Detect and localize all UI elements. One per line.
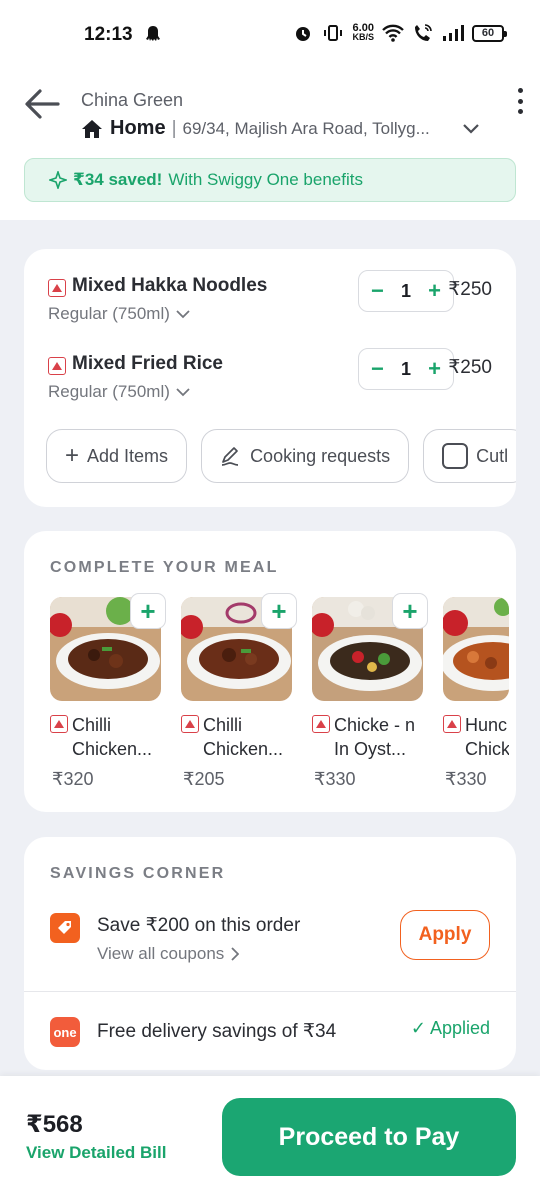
cart-card: Mixed Hakka Noodles Regular (750ml) − 1 … — [24, 249, 516, 507]
increment-button[interactable]: + — [428, 356, 441, 382]
plus-icon: + — [65, 442, 80, 469]
add-meal-button[interactable]: + — [261, 593, 297, 629]
coupon-tag-icon — [50, 913, 80, 943]
meal-suggestion[interactable]: + Chilli Chicken... ₹205 — [181, 593, 297, 790]
dish-image — [443, 597, 509, 701]
meal-price: ₹205 — [183, 769, 225, 789]
add-meal-button[interactable]: + — [130, 593, 166, 629]
item-name: Mixed Hakka Noodles — [72, 275, 268, 296]
section-title: COMPLETE YOUR MEAL — [50, 559, 279, 576]
meal-suggestion[interactable]: + Chilli Chicken... ₹320 — [50, 593, 166, 790]
cutlery-label: Cutl — [476, 445, 509, 466]
sparkle-icon — [49, 171, 67, 189]
complete-meal-card: COMPLETE YOUR MEAL + Chilli Chicken... ₹… — [24, 531, 516, 812]
savings-amount: ₹34 saved! — [73, 170, 163, 189]
chevron-down-icon — [176, 310, 190, 319]
cart-item: Mixed Hakka Noodles Regular (750ml) − 1 … — [48, 270, 492, 338]
delivery-address[interactable]: Home | 69/34, Majlish Ara Road, Tollyg..… — [81, 117, 491, 140]
quantity-stepper: − 1 + — [358, 270, 454, 312]
add-items-button[interactable]: + Add Items — [46, 429, 188, 483]
signal-icon — [442, 22, 464, 44]
chevron-right-icon — [231, 947, 240, 961]
cutlery-checkbox[interactable] — [442, 443, 469, 469]
address-label: Home — [110, 117, 166, 139]
back-arrow-icon[interactable] — [22, 86, 62, 122]
nonveg-icon — [181, 715, 199, 733]
meal-price: ₹330 — [314, 769, 356, 789]
view-coupons-label: View all coupons — [97, 944, 225, 963]
meal-carousel[interactable]: + Chilli Chicken... ₹320 + Chilli Chicke… — [50, 593, 509, 790]
pencil-icon — [222, 447, 239, 466]
swiggy-one-icon: one — [50, 1017, 80, 1047]
nonveg-icon — [48, 279, 66, 297]
meal-suggestion[interactable]: Hunc Chicker ₹330 — [443, 597, 509, 790]
address-text: 69/34, Majlish Ara Road, Tollyg... — [182, 118, 430, 138]
status-time: 12:13 — [84, 24, 133, 45]
item-price: ₹250 — [448, 357, 492, 378]
home-icon — [82, 119, 102, 138]
more-options-icon[interactable] — [516, 88, 524, 114]
section-title: SAVINGS CORNER — [50, 865, 226, 882]
cart-item: Mixed Fried Rice Regular (750ml) − 1 + ₹… — [48, 348, 492, 416]
divider — [24, 991, 516, 992]
view-bill-link[interactable]: View Detailed Bill — [26, 1143, 166, 1163]
cooking-requests-button[interactable]: Cooking requests — [201, 429, 410, 483]
nonveg-icon — [312, 715, 330, 733]
quantity-value: 1 — [400, 280, 411, 301]
meal-price: ₹330 — [445, 769, 487, 789]
cart-actions: + Add Items Cooking requests Cutl — [46, 429, 516, 483]
decrement-button[interactable]: − — [371, 278, 384, 304]
savings-text: With Swiggy One benefits — [168, 170, 363, 189]
proceed-to-pay-button[interactable]: Proceed to Pay — [222, 1098, 516, 1176]
notification-icon — [145, 25, 161, 48]
battery-indicator: 60 — [472, 24, 507, 42]
meal-name: Chicke - n In Oyst... — [334, 715, 416, 759]
wifi-icon — [382, 22, 404, 44]
nonveg-icon — [50, 715, 68, 733]
chevron-down-icon[interactable] — [462, 122, 480, 136]
alarm-icon — [292, 22, 314, 44]
status-bar: 12:13 6.00 KB/S 60 — [0, 0, 540, 72]
add-items-label: Add Items — [87, 445, 169, 466]
meal-name: Hunc Chicker — [465, 715, 509, 759]
quantity-stepper: − 1 + — [358, 348, 454, 390]
item-price: ₹250 — [448, 279, 492, 300]
meal-name: Chilli Chicken... — [203, 715, 284, 759]
nonveg-icon — [443, 715, 461, 733]
cooking-requests-label: Cooking requests — [250, 445, 391, 466]
applied-status: ✓ Applied — [410, 1018, 490, 1038]
quantity-value: 1 — [400, 358, 411, 379]
item-variant[interactable]: Regular (750ml) — [48, 382, 190, 402]
increment-button[interactable]: + — [428, 278, 441, 304]
wifi-call-icon — [412, 22, 434, 44]
savings-corner-card: SAVINGS CORNER Save ₹200 on this order V… — [24, 837, 516, 1070]
meal-price: ₹320 — [52, 769, 94, 789]
chevron-down-icon — [176, 388, 190, 397]
view-coupons-link[interactable]: View all coupons — [97, 944, 240, 964]
meal-name: Chilli Chicken... — [72, 715, 153, 759]
item-variant[interactable]: Regular (750ml) — [48, 304, 190, 324]
net-speed: 6.00 KB/S — [352, 22, 374, 42]
checkout-footer: ₹568 View Detailed Bill Proceed to Pay — [0, 1076, 540, 1200]
apply-coupon-button[interactable]: Apply — [400, 910, 490, 960]
coupon-row: Save ₹200 on this order View all coupons… — [50, 910, 490, 971]
delivery-savings-text: Free delivery savings of ₹34 — [97, 1021, 337, 1042]
swiggy-one-row: one Free delivery savings of ₹34 ✓ Appli… — [50, 1015, 490, 1055]
cutlery-toggle[interactable]: Cutl — [423, 429, 516, 483]
item-variant-label: Regular (750ml) — [48, 382, 170, 401]
decrement-button[interactable]: − — [371, 356, 384, 382]
vibrate-icon — [322, 22, 344, 44]
savings-banner: ₹34 saved! With Swiggy One benefits — [24, 158, 516, 202]
nonveg-icon — [48, 357, 66, 375]
address-separator: | — [171, 117, 177, 139]
add-meal-button[interactable]: + — [392, 593, 428, 629]
coupon-title: Save ₹200 on this order — [97, 915, 301, 936]
total-amount: ₹568 — [26, 1111, 83, 1138]
restaurant-name: China Green — [81, 90, 184, 110]
header: China Green Home | 69/34, Majlish Ara Ro… — [0, 72, 540, 220]
meal-suggestion[interactable]: + Chicke - n In Oyst... ₹330 — [312, 593, 428, 790]
item-name: Mixed Fried Rice — [72, 353, 223, 374]
item-variant-label: Regular (750ml) — [48, 304, 170, 323]
